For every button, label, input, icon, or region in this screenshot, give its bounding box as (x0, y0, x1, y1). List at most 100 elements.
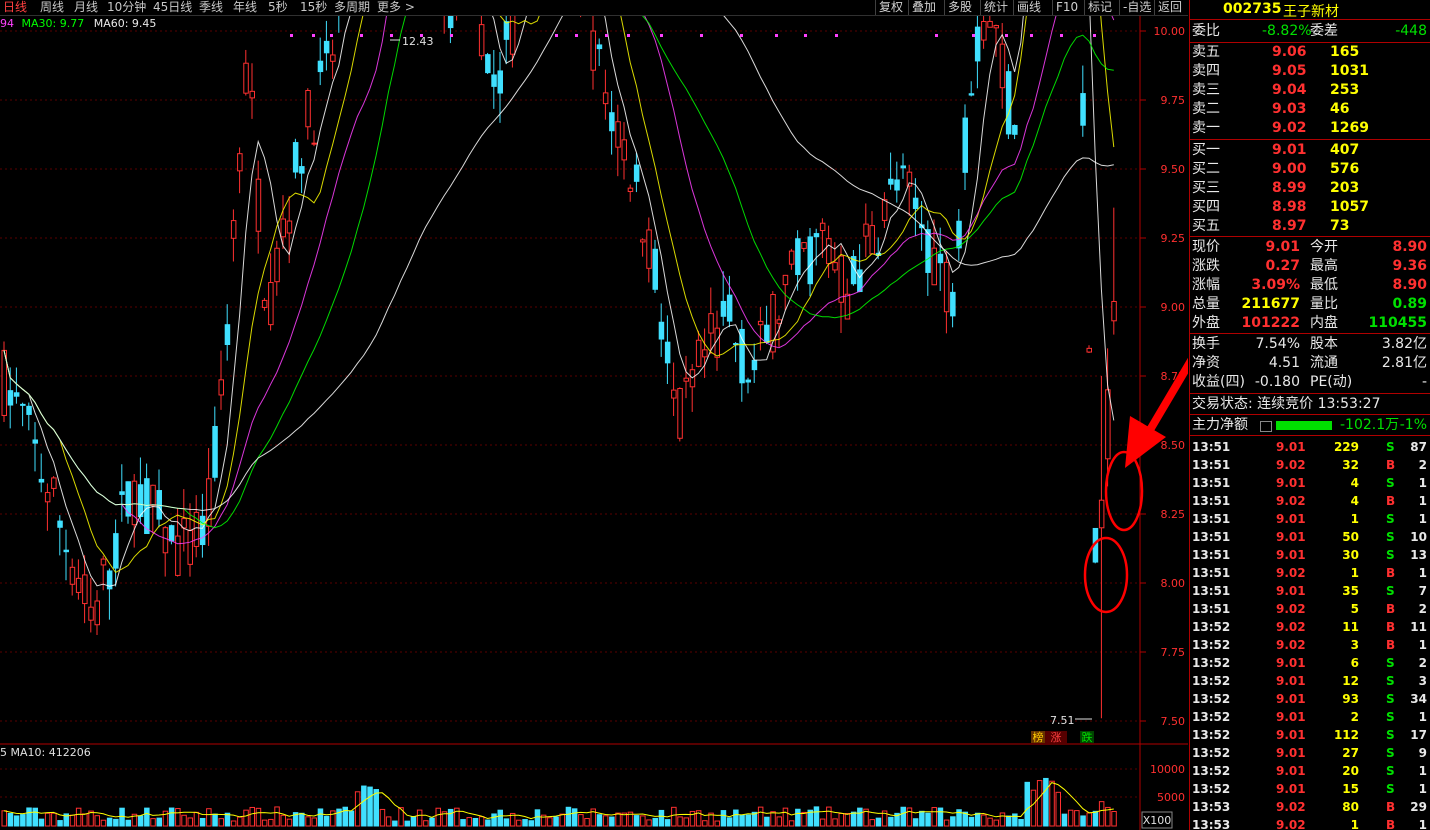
volume-bar (633, 815, 640, 827)
volume-bar (819, 818, 826, 827)
toolbar-action-button[interactable]: 复权 (875, 0, 906, 15)
candlestick-chart[interactable]: 12.0011.7511.5011.2511.0010.7510.5010.25… (0, 0, 1188, 830)
toolbar-action-button[interactable]: 画线 (1013, 0, 1044, 15)
tick-time: 13:51 (1192, 530, 1231, 544)
stat-row: 总量 211677 量比 0.89 (1190, 295, 1430, 314)
volume-bar (423, 820, 429, 827)
tick-price: 9.02 (1276, 818, 1306, 830)
candle-body (745, 379, 751, 383)
tick-time: 13:52 (1192, 692, 1231, 706)
candle-body (32, 439, 38, 444)
signal-dot (555, 34, 558, 37)
volume-bar (584, 818, 590, 827)
candle-body (1111, 300, 1117, 322)
candle-body (962, 117, 968, 173)
quote-panel: 002735 王子新材 委比 -8.82% 委差 -448 卖五 9.06 165 卖… (1189, 0, 1430, 830)
candle-body (305, 90, 311, 128)
candle-body (168, 525, 175, 542)
tick-count: 2 (1418, 602, 1427, 616)
volume-bar (702, 820, 708, 827)
price-tick-label: 10.00 (1154, 25, 1186, 38)
menu-icon[interactable] (1260, 421, 1272, 432)
period-tab[interactable]: 月线 (74, 0, 98, 15)
period-tab[interactable]: 年线 (233, 0, 257, 15)
candle-body (150, 484, 156, 506)
volume-bar (1024, 781, 1030, 827)
volume-bar (516, 819, 522, 827)
price-tick-label: 9.50 (1161, 163, 1186, 176)
volume-bar (745, 814, 751, 827)
period-tab[interactable]: 周线 (40, 0, 64, 15)
toolbar-action-button[interactable]: -自选 (1119, 0, 1154, 15)
candle-body (813, 233, 820, 238)
toolbar-action-button[interactable]: F10 (1052, 0, 1081, 15)
volume-bar (1086, 812, 1092, 827)
volume-bar (404, 820, 410, 827)
tick-count: 2 (1418, 656, 1427, 670)
tick-time: 13:52 (1192, 782, 1231, 796)
candle-body (609, 112, 615, 132)
candle-body (646, 229, 652, 269)
period-tab[interactable]: 多周期 (334, 0, 370, 15)
tick-time: 13:51 (1192, 548, 1231, 562)
toolbar-action-button[interactable]: 返回 (1154, 0, 1185, 15)
toolbar-action-button[interactable]: 标记 (1084, 0, 1115, 15)
tick-count: 7 (1418, 584, 1427, 598)
toolbar-action-button[interactable]: 统计 (980, 0, 1011, 15)
candle-body (218, 379, 224, 396)
candle-body (621, 139, 627, 161)
candle-body (751, 359, 758, 371)
stat-value: 101222 (1241, 315, 1300, 331)
volume-bar (218, 818, 224, 827)
candle-body (243, 62, 249, 94)
main-flow-bar (1276, 421, 1332, 430)
candle-body (764, 324, 770, 343)
toolbar-action-button[interactable]: 多股 (944, 0, 975, 15)
tick-direction: S (1386, 476, 1395, 490)
candle-body (869, 225, 875, 255)
volume-bar (615, 812, 621, 827)
bid-label: 买五 (1192, 218, 1220, 234)
period-tab[interactable]: 45日线 (153, 0, 192, 15)
period-tab[interactable]: 日线 (3, 0, 27, 15)
signal-dot (627, 34, 630, 37)
period-tab[interactable]: 季线 (199, 0, 223, 15)
toolbar-action-button[interactable]: 叠加 (908, 0, 939, 15)
stat-value: -0.180 (1254, 374, 1300, 390)
period-tab[interactable]: 更多 > (377, 0, 415, 15)
price-tick-label: 7.50 (1161, 715, 1186, 728)
tick-price: 9.01 (1276, 584, 1306, 598)
volume-bar (578, 814, 584, 827)
bid-label: 买二 (1192, 161, 1220, 177)
stat-label: 内盘 (1310, 315, 1338, 331)
stat-label: PE(动) (1310, 374, 1353, 390)
bid-volume: 576 (1330, 161, 1360, 177)
volume-bar (69, 814, 76, 827)
volume-bar (268, 818, 274, 827)
tick-time: 13:52 (1192, 746, 1231, 760)
volume-bar (912, 818, 919, 827)
volume-bar (596, 814, 603, 827)
ask-volume: 253 (1330, 82, 1360, 98)
period-tab[interactable]: 10分钟 (107, 0, 146, 15)
volume-bar (187, 817, 193, 827)
volume-bar (943, 819, 950, 827)
ask-label: 卖一 (1192, 120, 1220, 136)
tick-volume: 35 (1342, 584, 1359, 598)
candle-body (94, 600, 100, 626)
tick-direction: S (1386, 584, 1395, 598)
period-tab[interactable]: 15秒 (300, 0, 327, 15)
candle-body (75, 577, 82, 593)
candle-body (187, 529, 193, 565)
candle-body (702, 349, 708, 358)
period-tab[interactable]: 5秒 (268, 0, 288, 15)
stat-label: 涨跌 (1192, 258, 1220, 274)
volume-bar (32, 807, 38, 827)
volume-bar (416, 809, 423, 827)
volume-bar (478, 816, 485, 827)
ask-row: 卖三 9.04 253 (1190, 81, 1430, 100)
tick-row: 13:52 9.01 6 S 2 (1190, 654, 1430, 672)
candle-body (968, 93, 975, 96)
candle-body (1080, 93, 1086, 126)
candle-body (677, 388, 683, 439)
